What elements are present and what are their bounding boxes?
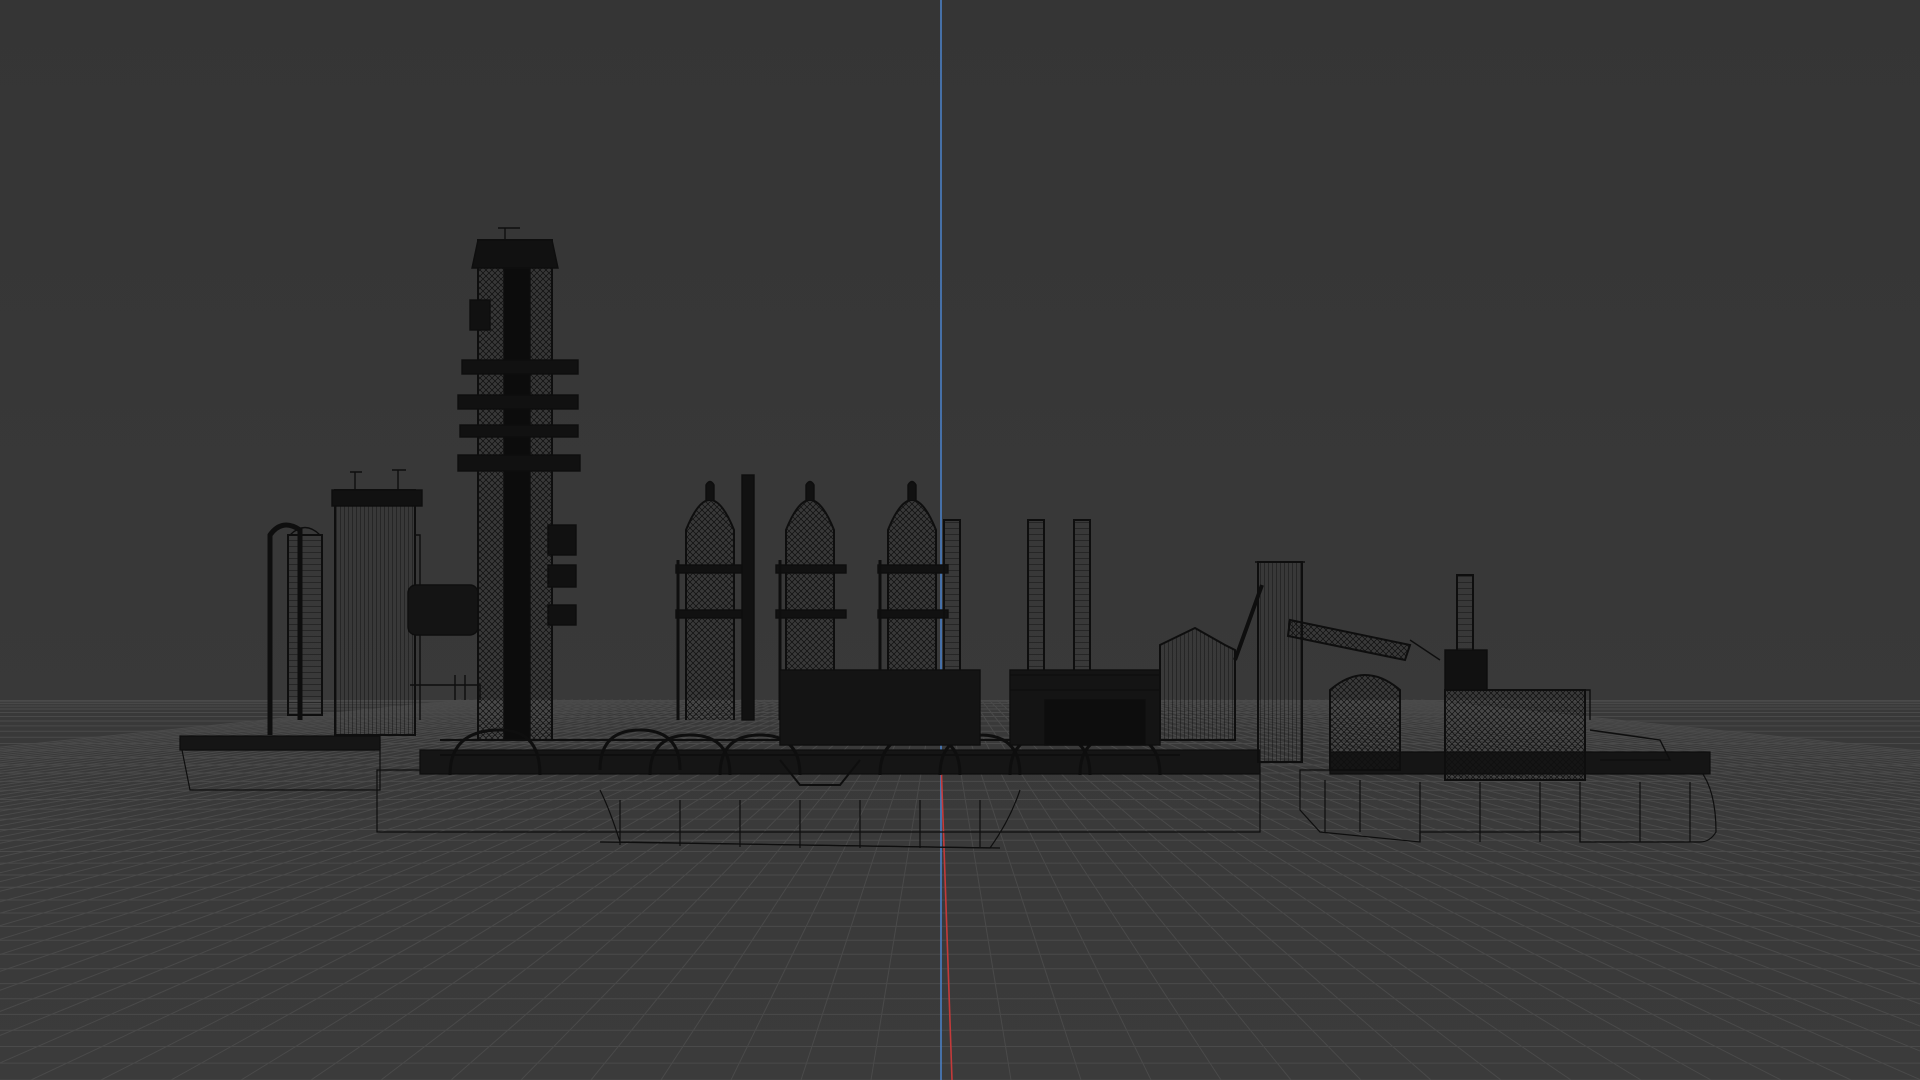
3d-viewport[interactable] (0, 0, 1920, 1080)
viewport-canvas[interactable] (0, 0, 1920, 1080)
